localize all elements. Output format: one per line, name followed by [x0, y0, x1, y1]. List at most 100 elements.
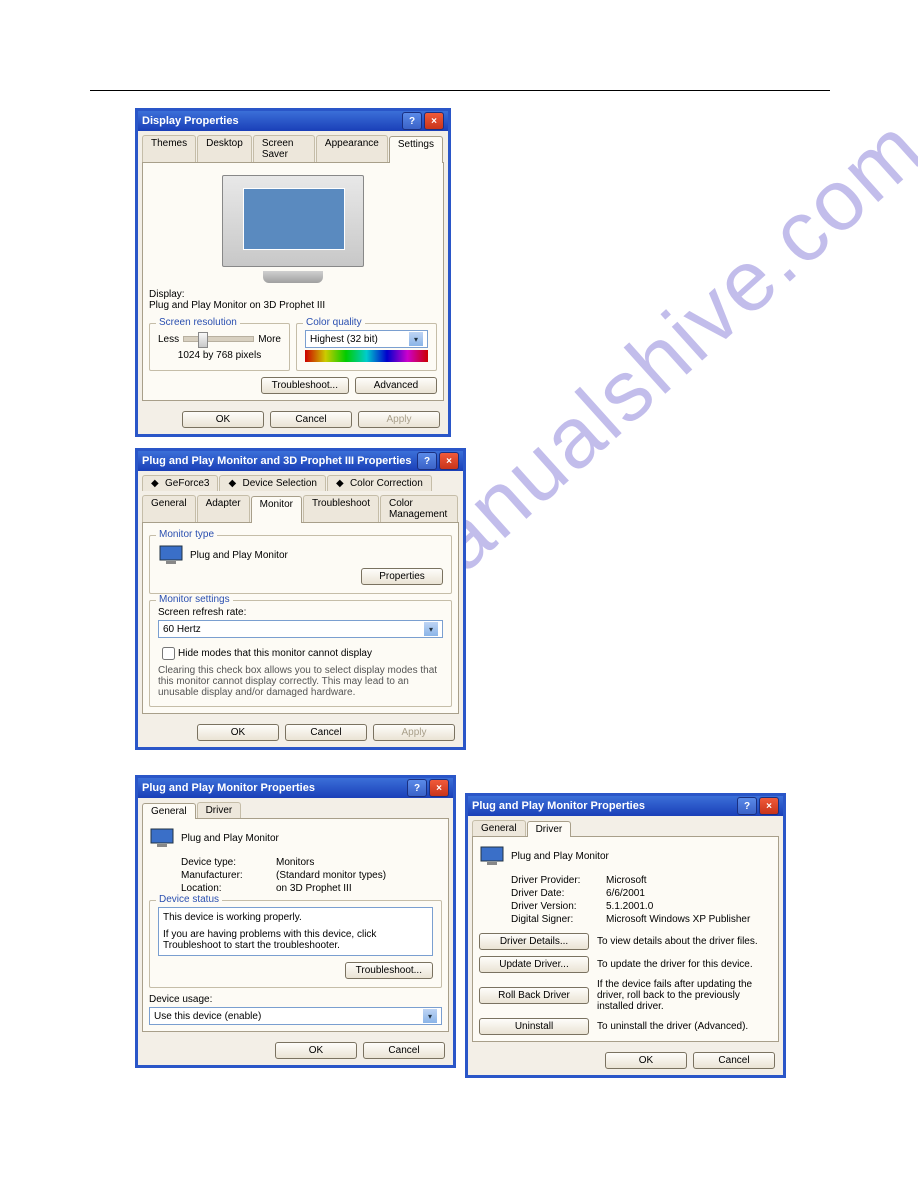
tab-driver[interactable]: Driver: [197, 802, 242, 818]
help-icon[interactable]: ?: [417, 452, 437, 470]
device-usage-value: Use this device (enable): [154, 1011, 261, 1022]
advanced-button[interactable]: Advanced: [355, 377, 437, 394]
tab-screen-saver[interactable]: Screen Saver: [253, 135, 315, 162]
device-status-textbox[interactable]: This device is working properly. If you …: [158, 907, 433, 956]
driver-version-label: Driver Version:: [511, 901, 606, 912]
tab-desktop[interactable]: Desktop: [197, 135, 252, 162]
window-title: Plug and Play Monitor Properties: [142, 782, 315, 794]
color-quality-select[interactable]: Highest (32 bit) ▾: [305, 330, 428, 348]
dialog-body: Display: Plug and Play Monitor on 3D Pro…: [142, 162, 444, 401]
display-label: Display:: [149, 289, 437, 300]
driver-details-button[interactable]: Driver Details...: [479, 933, 589, 950]
slider-thumb[interactable]: [198, 332, 208, 348]
digital-signer-label: Digital Signer:: [511, 914, 606, 925]
help-icon[interactable]: ?: [402, 112, 422, 130]
manufacturer-value: (Standard monitor types): [276, 870, 386, 881]
cancel-button[interactable]: Cancel: [363, 1042, 445, 1059]
roll-back-driver-button[interactable]: Roll Back Driver: [479, 987, 589, 1004]
cancel-button[interactable]: Cancel: [285, 724, 367, 741]
refresh-rate-select[interactable]: 60 Hertz ▾: [158, 620, 443, 638]
close-icon[interactable]: ×: [759, 797, 779, 815]
display-value: Plug and Play Monitor on 3D Prophet III: [149, 300, 437, 311]
chevron-down-icon[interactable]: ▾: [423, 1009, 437, 1023]
location-value: on 3D Prophet III: [276, 883, 352, 894]
display-properties-window: Display Properties ? × Themes Desktop Sc…: [135, 108, 451, 437]
group-title: Monitor type: [156, 529, 217, 540]
tab-monitor[interactable]: Monitor: [251, 496, 302, 523]
tab-row: General Driver: [138, 798, 453, 818]
tab-troubleshoot[interactable]: Troubleshoot: [303, 495, 379, 522]
location-label: Location:: [181, 883, 276, 894]
dialog-body: Plug and Play Monitor Driver Provider:Mi…: [472, 836, 779, 1042]
ok-button[interactable]: OK: [275, 1042, 357, 1059]
monitor-name: Plug and Play Monitor: [190, 550, 288, 561]
ok-button[interactable]: OK: [182, 411, 264, 428]
dialog-body: Monitor type Plug and Play Monitor Prope…: [142, 522, 459, 714]
monitor-properties-driver-window: Plug and Play Monitor Properties ? × Gen…: [465, 793, 786, 1078]
tab-geforce3[interactable]: ◆GeForce3: [142, 475, 218, 491]
tab-general[interactable]: General: [142, 495, 196, 522]
cancel-button[interactable]: Cancel: [270, 411, 352, 428]
troubleshoot-button[interactable]: Troubleshoot...: [345, 962, 433, 979]
tab-color-correction[interactable]: ◆Color Correction: [327, 475, 432, 491]
ok-button[interactable]: OK: [605, 1052, 687, 1069]
tab-row: Themes Desktop Screen Saver Appearance S…: [138, 131, 448, 162]
properties-button[interactable]: Properties: [361, 568, 443, 585]
driver-provider-value: Microsoft: [606, 875, 647, 886]
screen-resolution-group: Screen resolution Less More 1024 by 768 …: [149, 323, 290, 371]
color-preview-bar: [305, 350, 428, 362]
device-type-value: Monitors: [276, 857, 314, 868]
roll-back-driver-desc: If the device fails after updating the d…: [597, 979, 772, 1012]
refresh-rate-label: Screen refresh rate:: [158, 607, 443, 618]
driver-provider-label: Driver Provider:: [511, 875, 606, 886]
digital-signer-value: Microsoft Windows XP Publisher: [606, 914, 750, 925]
tab-color-management[interactable]: Color Management: [380, 495, 458, 522]
close-icon[interactable]: ×: [429, 779, 449, 797]
close-icon[interactable]: ×: [439, 452, 459, 470]
group-title: Screen resolution: [156, 317, 240, 328]
chevron-down-icon[interactable]: ▾: [409, 332, 423, 346]
close-icon[interactable]: ×: [424, 112, 444, 130]
titlebar[interactable]: Plug and Play Monitor Properties ? ×: [468, 796, 783, 816]
color-quality-group: Color quality Highest (32 bit) ▾: [296, 323, 437, 371]
tab-adapter[interactable]: Adapter: [197, 495, 250, 522]
tab-themes[interactable]: Themes: [142, 135, 196, 162]
window-title: Plug and Play Monitor and 3D Prophet III…: [142, 455, 412, 467]
manufacturer-label: Manufacturer:: [181, 870, 276, 881]
monitor-settings-group: Monitor settings Screen refresh rate: 60…: [149, 600, 452, 707]
tab-general[interactable]: General: [142, 803, 196, 819]
tab-appearance[interactable]: Appearance: [316, 135, 388, 162]
resolution-slider[interactable]: Less More: [158, 330, 281, 348]
slider-track[interactable]: [183, 336, 254, 342]
help-icon[interactable]: ?: [737, 797, 757, 815]
tab-row-top: ◆GeForce3 ◆Device Selection ◆Color Corre…: [138, 471, 463, 491]
help-icon[interactable]: ?: [407, 779, 427, 797]
nvidia-icon: ◆: [336, 478, 348, 488]
update-driver-button[interactable]: Update Driver...: [479, 956, 589, 973]
monitor-type-group: Monitor type Plug and Play Monitor Prope…: [149, 535, 452, 594]
apply-button[interactable]: Apply: [358, 411, 440, 428]
cancel-button[interactable]: Cancel: [693, 1052, 775, 1069]
tab-general[interactable]: General: [472, 820, 526, 836]
apply-button[interactable]: Apply: [373, 724, 455, 741]
tab-device-selection[interactable]: ◆Device Selection: [219, 475, 325, 491]
slider-more: More: [258, 334, 281, 345]
troubleshoot-button[interactable]: Troubleshoot...: [261, 377, 349, 394]
titlebar[interactable]: Plug and Play Monitor Properties ? ×: [138, 778, 453, 798]
titlebar[interactable]: Plug and Play Monitor and 3D Prophet III…: [138, 451, 463, 471]
dialog-body: Plug and Play Monitor Device type:Monito…: [142, 818, 449, 1032]
nvidia-icon: ◆: [151, 478, 163, 488]
hide-modes-checkbox[interactable]: [162, 647, 175, 660]
titlebar[interactable]: Display Properties ? ×: [138, 111, 448, 131]
resolution-text: 1024 by 768 pixels: [158, 350, 281, 361]
monitor-icon: [158, 544, 184, 566]
tab-settings[interactable]: Settings: [389, 136, 443, 163]
uninstall-button[interactable]: Uninstall: [479, 1018, 589, 1035]
device-usage-select[interactable]: Use this device (enable) ▾: [149, 1007, 442, 1025]
status-help-text: If you are having problems with this dev…: [163, 929, 428, 951]
chevron-down-icon[interactable]: ▾: [424, 622, 438, 636]
ok-button[interactable]: OK: [197, 724, 279, 741]
monitor-icon: [479, 845, 505, 867]
color-quality-value: Highest (32 bit): [310, 334, 378, 345]
tab-driver[interactable]: Driver: [527, 821, 572, 837]
